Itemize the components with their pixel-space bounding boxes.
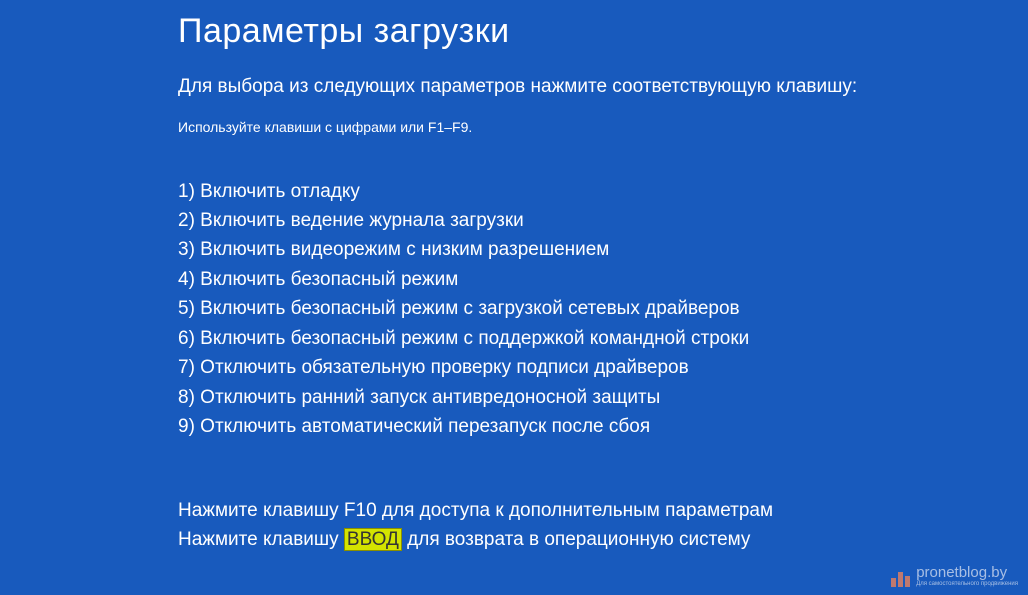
watermark-text: pronetblog.by: [916, 565, 1018, 580]
boot-option[interactable]: 6) Включить безопасный режим с поддержко…: [178, 324, 1028, 353]
footer-text-before: Нажмите клавишу: [178, 529, 344, 550]
watermark-subtitle: Для самостоятельного продвижения: [916, 581, 1018, 587]
hint-text: Используйте клавиши с цифрами или F1–F9.: [178, 119, 1028, 135]
boot-option[interactable]: 8) Отключить ранний запуск антивредоносн…: [178, 383, 1028, 412]
footer-line-enter: Нажмите клавишу ВВОД для возврата в опер…: [178, 526, 1028, 555]
enter-key-highlight: ВВОД: [344, 528, 402, 551]
boot-option[interactable]: 4) Включить безопасный режим: [178, 265, 1028, 294]
boot-option[interactable]: 2) Включить ведение журнала загрузки: [178, 206, 1028, 235]
subtitle: Для выбора из следующих параметров нажми…: [178, 73, 1028, 101]
boot-options-list: 1) Включить отладку 2) Включить ведение …: [178, 177, 1028, 442]
boot-option[interactable]: 1) Включить отладку: [178, 177, 1028, 206]
page-title: Параметры загрузки: [178, 12, 1028, 51]
boot-option[interactable]: 5) Включить безопасный режим с загрузкой…: [178, 294, 1028, 323]
footer-instructions: Нажмите клавишу F10 для доступа к дополн…: [178, 497, 1028, 554]
boot-option[interactable]: 9) Отключить автоматический перезапуск п…: [178, 412, 1028, 441]
watermark: pronetblog.by Для самостоятельного продв…: [891, 565, 1018, 587]
footer-text-after: для возврата в операционную систему: [402, 529, 751, 550]
boot-option[interactable]: 3) Включить видеорежим с низким разрешен…: [178, 235, 1028, 264]
footer-line-f10: Нажмите клавишу F10 для доступа к дополн…: [178, 497, 1028, 526]
watermark-bars-icon: [891, 567, 910, 587]
boot-option[interactable]: 7) Отключить обязательную проверку подпи…: [178, 353, 1028, 382]
